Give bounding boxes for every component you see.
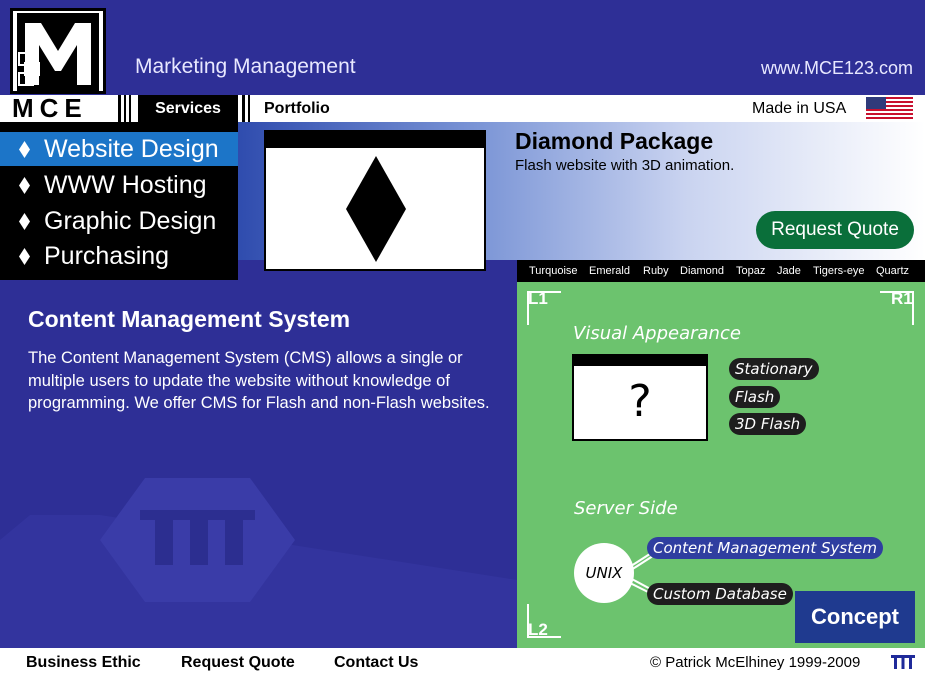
footer-logo-icon[interactable] — [891, 655, 915, 669]
site-url[interactable]: www.MCE123.com — [761, 58, 913, 79]
diamond-bullet-icon — [19, 248, 30, 265]
visual-preview: ? — [572, 354, 708, 441]
menu-item-purchasing[interactable]: Purchasing — [0, 239, 238, 273]
diamond-bullet-icon — [19, 177, 30, 194]
package-tabs: Turquoise Emerald Ruby Diamond Topaz Jad… — [517, 260, 925, 282]
diamond-bullet-icon — [19, 213, 30, 230]
menu-item-label: Purchasing — [44, 242, 170, 270]
menu-item-label: Website Design — [44, 135, 219, 163]
footer-link-business-ethic[interactable]: Business Ethic — [26, 648, 141, 677]
corner-line — [880, 291, 914, 293]
option-stationary[interactable]: Stationary — [729, 358, 819, 380]
visual-appearance-heading: Visual Appearance — [573, 323, 741, 344]
logo[interactable] — [10, 8, 106, 94]
nav-services[interactable]: Services — [138, 95, 238, 122]
package-title: Diamond Package — [515, 128, 714, 154]
custom-database-option[interactable]: Custom Database — [647, 583, 793, 605]
divider — [129, 95, 131, 122]
diamond-bullet-icon — [19, 141, 30, 158]
tab-diamond[interactable]: Diamond — [680, 260, 724, 282]
corner-line — [527, 604, 529, 638]
corner-line — [912, 291, 914, 325]
corner-line — [527, 291, 529, 325]
tab-emerald[interactable]: Emerald — [589, 260, 630, 282]
menu-item-label: WWW Hosting — [44, 171, 207, 199]
divider — [124, 95, 126, 122]
nav-portfolio[interactable]: Portfolio — [264, 95, 330, 122]
tab-quartz[interactable]: Quartz — [876, 260, 909, 282]
tab-ruby[interactable]: Ruby — [643, 260, 669, 282]
menu-item-graphic-design[interactable]: Graphic Design — [0, 204, 238, 238]
package-preview[interactable] — [264, 130, 486, 271]
services-menu: Website Design WWW Hosting Graphic Desig… — [0, 122, 238, 280]
option-flash[interactable]: Flash — [729, 386, 781, 408]
tab-topaz[interactable]: Topaz — [736, 260, 765, 282]
tab-turquoise[interactable]: Turquoise — [529, 260, 578, 282]
menu-item-label: Graphic Design — [44, 207, 217, 235]
logo-text: MCE — [12, 93, 88, 123]
corner-line — [527, 636, 561, 638]
tagline: Marketing Management — [135, 55, 356, 78]
question-mark: ? — [628, 376, 652, 427]
tab-jade[interactable]: Jade — [777, 260, 801, 282]
copyright-text: © Patrick McElhiney 1999-2009 — [650, 654, 861, 671]
window-title-bar — [266, 132, 484, 148]
cms-option[interactable]: Content Management System — [647, 537, 883, 559]
us-flag-icon — [866, 97, 913, 120]
window-title-bar — [574, 356, 706, 366]
footer-link-contact-us[interactable]: Contact Us — [334, 648, 418, 677]
concept-button[interactable]: Concept — [795, 591, 915, 643]
divider — [248, 95, 250, 122]
tab-tigers-eye[interactable]: Tigers-eye — [813, 260, 865, 282]
menu-item-website-design[interactable]: Website Design — [0, 132, 238, 166]
divider — [118, 95, 121, 122]
corner-line — [527, 291, 561, 293]
watermark-logo-icon — [0, 478, 517, 648]
package-subtitle: Flash website with 3D animation. — [515, 157, 735, 174]
cms-heading: Content Management System — [28, 306, 351, 332]
menu-item-www-hosting[interactable]: WWW Hosting — [0, 168, 238, 202]
unix-node: UNIX — [574, 543, 634, 603]
cms-description: The Content Management System (CMS) allo… — [28, 349, 490, 412]
footer-link-request-quote[interactable]: Request Quote — [181, 648, 295, 677]
made-in-label: Made in USA — [752, 100, 847, 117]
request-quote-button[interactable]: Request Quote — [756, 211, 914, 249]
server-side-heading: Server Side — [574, 498, 678, 519]
logo-m-icon — [17, 13, 99, 91]
diamond-icon — [346, 156, 406, 262]
option-3d-flash[interactable]: 3D Flash — [729, 413, 807, 435]
divider — [242, 95, 245, 122]
header — [0, 0, 925, 95]
